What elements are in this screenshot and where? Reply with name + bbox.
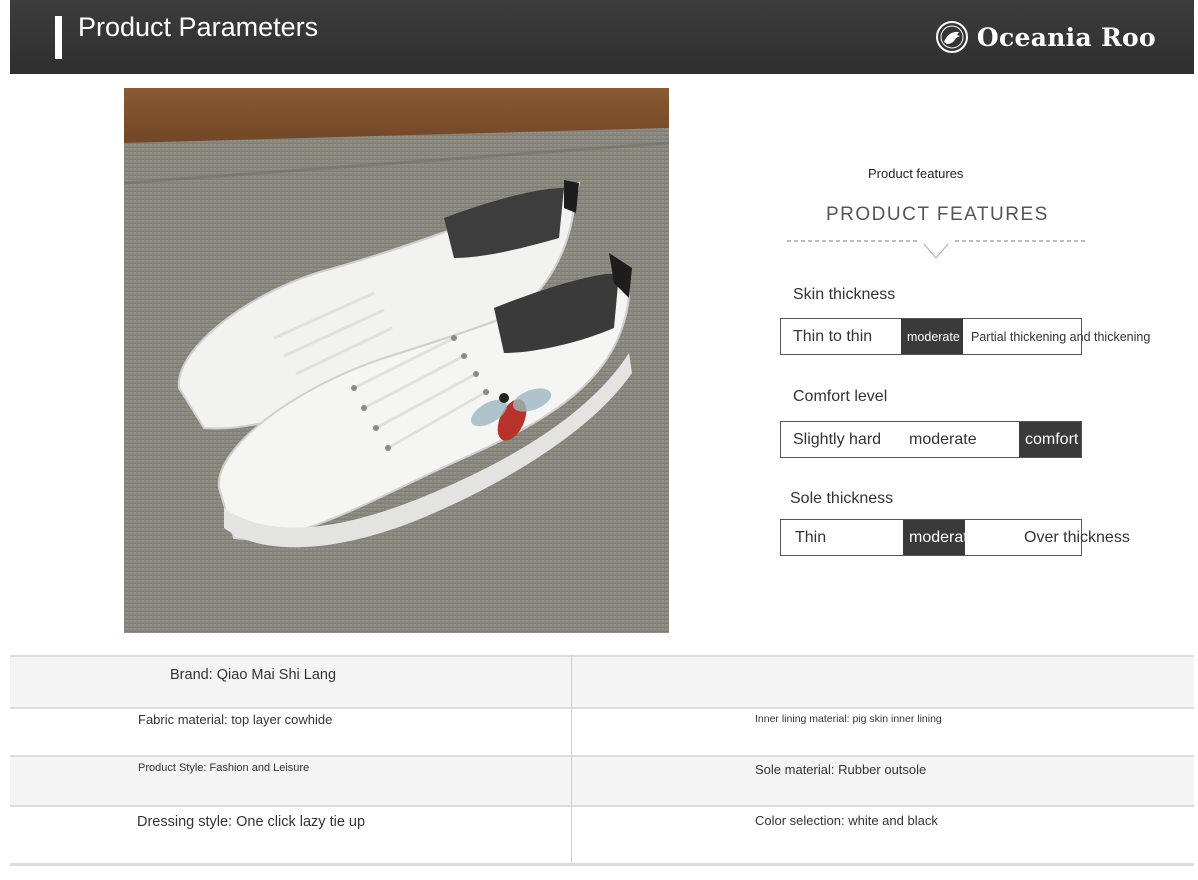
brand-logo: Oceania Roo [935, 20, 1156, 54]
kangaroo-globe-icon [935, 21, 968, 53]
spec-dressing: Dressing style: One click lazy tie up [137, 814, 366, 830]
shoe-photo-illustration [124, 88, 669, 633]
features-title: PRODUCT FEATURES [826, 204, 1049, 225]
skin-option-thin: Thin to thin [793, 327, 873, 345]
sole-thickness-scale: Thin moderate Over thickness [780, 519, 1130, 556]
comfort-option-moderate: moderate [909, 430, 977, 448]
spec-fabric: Fabric material: top layer cowhide [138, 712, 333, 727]
sole-option-over-thickness: Over thickness [1024, 528, 1130, 546]
skin-option-moderate: moderate [901, 319, 963, 354]
spec-table: Brand: Qiao Mai Shi Lang Fabric material… [10, 655, 1194, 866]
skin-thickness-label: Skin thickness [793, 286, 896, 303]
header-accent-bar [55, 16, 62, 59]
features-subtitle: Product features [868, 166, 964, 181]
spec-sole: Sole material: Rubber outsole [755, 762, 927, 777]
comfort-level-label: Comfort level [793, 388, 888, 405]
table-row: Dressing style: One click lazy tie up Co… [10, 805, 1194, 866]
sole-option-moderate: moderate [903, 520, 965, 555]
table-column-divider [571, 655, 572, 863]
spec-color: Color selection: white and black [755, 813, 938, 828]
spec-brand: Brand: Qiao Mai Shi Lang [170, 667, 337, 683]
table-row: Brand: Qiao Mai Shi Lang [10, 655, 1194, 709]
page-title: Product Parameters [78, 12, 319, 42]
spec-lining: Inner lining material: pig skin inner li… [755, 713, 942, 725]
skin-option-thickening: Partial thickening and thickening [971, 329, 1151, 344]
spec-style: Product Style: Fashion and Leisure [138, 762, 310, 774]
comfort-option-slightly-hard: Slightly hard [793, 430, 882, 448]
comfort-level-scale: Slightly hard moderate comfort [780, 421, 1082, 458]
sole-thickness-label: Sole thickness [790, 490, 894, 507]
skin-thickness-scale: Thin to thin moderate Partial thickening… [780, 318, 1150, 355]
comfort-option-comfort: comfort [1019, 422, 1081, 457]
table-row: Product Style: Fashion and Leisure Sole … [10, 755, 1194, 807]
product-photo [124, 88, 669, 633]
page-header: Product Parameters Oceania Roo [10, 0, 1194, 74]
table-row: Fabric material: top layer cowhide Inner… [10, 707, 1194, 757]
brand-name: Oceania Roo [976, 22, 1156, 52]
features-divider [787, 240, 1085, 259]
sole-option-thin: Thin [795, 528, 827, 546]
